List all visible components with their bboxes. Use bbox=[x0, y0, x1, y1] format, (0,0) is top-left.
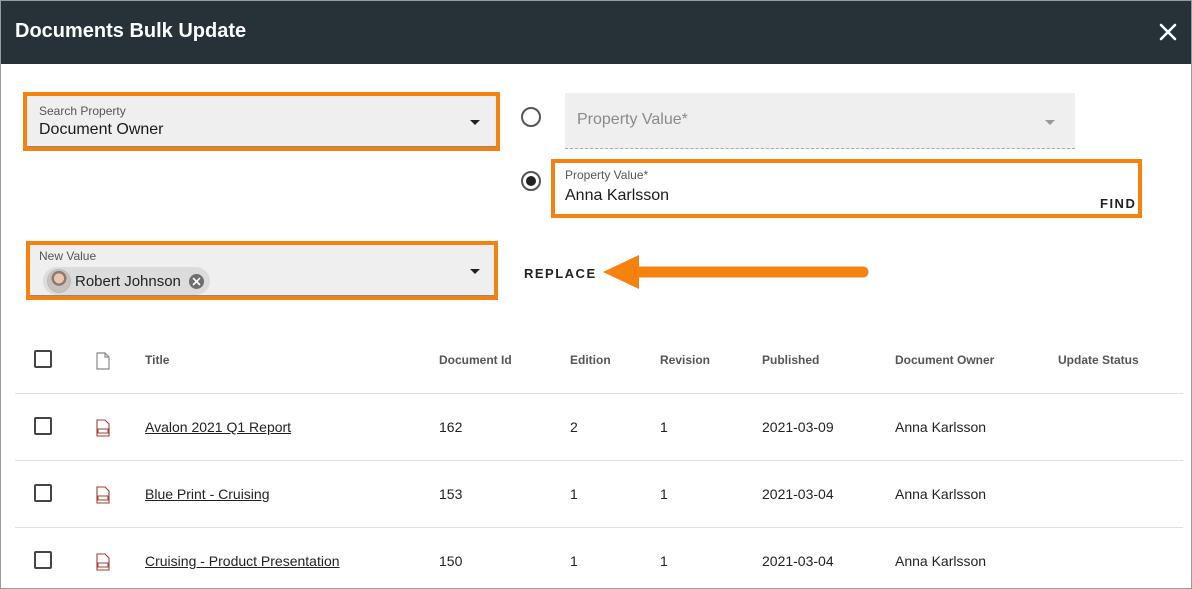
bulk-update-dialog: Documents Bulk Update Search Property Do… bbox=[0, 0, 1192, 589]
chevron-down-icon bbox=[1045, 120, 1055, 125]
document-owner: Anna Karlsson bbox=[895, 486, 987, 502]
document-owner: Anna Karlsson bbox=[895, 553, 987, 569]
column-header-revision[interactable]: Revision bbox=[660, 353, 710, 367]
property-value-text-value: Anna Karlsson bbox=[565, 187, 670, 204]
column-header-document-owner[interactable]: Document Owner bbox=[895, 353, 994, 367]
chevron-down-icon bbox=[470, 269, 480, 274]
column-header-document-id[interactable]: Document Id bbox=[439, 353, 512, 367]
document-title-link[interactable]: Avalon 2021 Q1 Report bbox=[145, 419, 291, 435]
find-button[interactable]: FIND bbox=[1100, 196, 1136, 211]
property-value-select-placeholder: Property Value* bbox=[577, 111, 688, 128]
edition: 1 bbox=[570, 486, 578, 502]
property-value-text-field[interactable]: Property Value* Anna Karlsson bbox=[555, 163, 1138, 214]
published-date: 2021-03-04 bbox=[762, 553, 834, 569]
row-checkbox[interactable] bbox=[34, 484, 52, 502]
pdf-file-icon bbox=[96, 419, 110, 437]
revision: 1 bbox=[660, 419, 668, 435]
arrow-icon bbox=[603, 255, 869, 289]
document-id: 153 bbox=[439, 486, 463, 502]
edition: 2 bbox=[570, 419, 578, 435]
property-value-text-radio[interactable] bbox=[521, 171, 541, 191]
document-title-link[interactable]: Cruising - Product Presentation bbox=[145, 553, 340, 569]
document-title-link[interactable]: Blue Print - Cruising bbox=[145, 486, 270, 502]
replace-button[interactable]: REPLACE bbox=[524, 266, 597, 281]
file-icon bbox=[96, 352, 110, 370]
search-property-value: Document Owner bbox=[39, 121, 164, 138]
document-id: 162 bbox=[439, 419, 463, 435]
column-header-edition[interactable]: Edition bbox=[570, 353, 611, 367]
published-date: 2021-03-04 bbox=[762, 486, 834, 502]
document-id: 150 bbox=[439, 553, 463, 569]
row-checkbox[interactable] bbox=[34, 551, 52, 569]
dialog-header: Documents Bulk Update bbox=[1, 1, 1191, 64]
column-header-update-status[interactable]: Update Status bbox=[1058, 353, 1139, 367]
close-icon[interactable] bbox=[1155, 19, 1181, 45]
column-header-title[interactable]: Title bbox=[145, 353, 169, 367]
property-value-text-label: Property Value* bbox=[565, 168, 649, 182]
pdf-file-icon bbox=[96, 553, 110, 571]
user-chip[interactable]: Robert Johnson bbox=[43, 267, 210, 295]
avatar bbox=[47, 269, 71, 293]
pdf-file-icon bbox=[96, 486, 110, 504]
search-property-label: Search Property bbox=[39, 104, 126, 118]
row-divider bbox=[15, 527, 1183, 528]
row-checkbox[interactable] bbox=[34, 417, 52, 435]
user-chip-label: Robert Johnson bbox=[75, 272, 181, 290]
select-all-checkbox[interactable] bbox=[34, 350, 52, 368]
edition: 1 bbox=[570, 553, 578, 569]
row-divider bbox=[15, 393, 1183, 394]
document-owner: Anna Karlsson bbox=[895, 419, 987, 435]
search-property-select[interactable]: Search Property Document Owner bbox=[27, 96, 496, 147]
row-divider bbox=[15, 460, 1183, 461]
revision: 1 bbox=[660, 553, 668, 569]
new-value-label: New Value bbox=[39, 249, 97, 263]
property-value-select[interactable]: Property Value* bbox=[565, 93, 1075, 149]
chevron-down-icon bbox=[470, 120, 480, 125]
new-value-select[interactable]: New Value Robert Johnson bbox=[30, 245, 494, 296]
property-value-select-radio[interactable] bbox=[521, 107, 541, 127]
remove-chip-icon[interactable] bbox=[188, 273, 204, 289]
column-header-published[interactable]: Published bbox=[762, 353, 819, 367]
revision: 1 bbox=[660, 486, 668, 502]
published-date: 2021-03-09 bbox=[762, 419, 834, 435]
dialog-title: Documents Bulk Update bbox=[15, 20, 247, 42]
